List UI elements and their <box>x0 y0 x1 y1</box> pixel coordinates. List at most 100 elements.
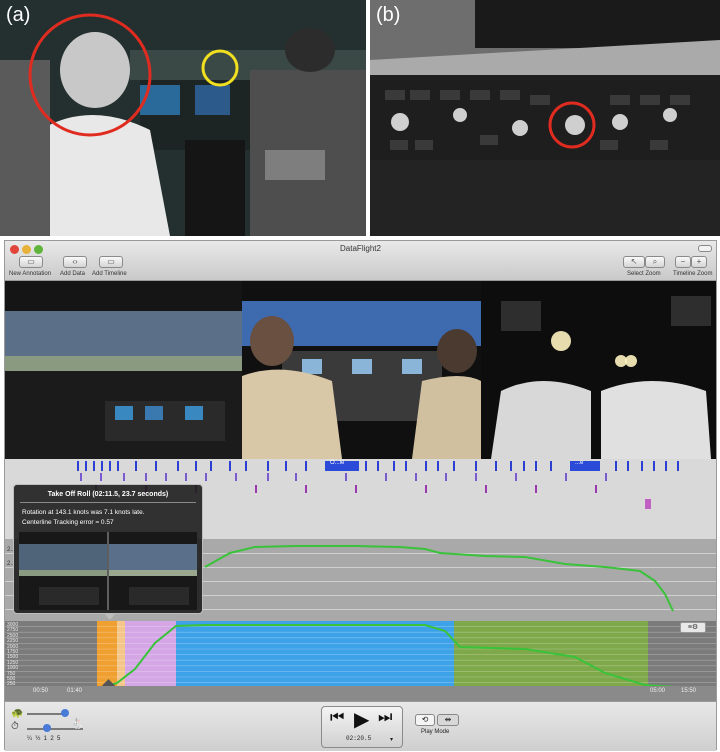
step-forward-button[interactable]: ⏭ <box>378 709 392 727</box>
event-mark[interactable] <box>229 461 231 471</box>
event-mark[interactable] <box>135 461 137 471</box>
event-mark[interactable] <box>515 473 517 481</box>
event-mark[interactable] <box>393 461 395 471</box>
event-mark[interactable] <box>425 485 427 493</box>
chevron-down-icon[interactable]: ▾ <box>390 736 393 743</box>
event-mark[interactable] <box>495 461 497 471</box>
timeline-y-axis: 3000 2750 2500 2250 2000 1750 1500 1250 … <box>7 622 27 688</box>
event-mark[interactable] <box>405 461 407 471</box>
rate-slider-knob[interactable] <box>43 724 51 732</box>
timeline-x-tick: 00:50 <box>33 688 49 694</box>
window-title: DataFlight2 <box>340 244 381 253</box>
step-back-icon: ⏮ <box>330 709 345 726</box>
segment-mode-button[interactable]: ⇹ <box>437 714 459 726</box>
event-mark[interactable] <box>445 473 447 481</box>
event-mark[interactable] <box>245 461 247 471</box>
video-rear-cockpit-view[interactable] <box>242 281 481 459</box>
popup-video-thumbnails[interactable] <box>19 532 197 610</box>
plus-icon: + <box>696 257 702 266</box>
event-mark[interactable] <box>205 473 207 481</box>
event-mark[interactable] <box>255 485 257 493</box>
event-mark[interactable] <box>109 461 111 471</box>
event-mark[interactable] <box>565 473 567 481</box>
event-mark[interactable] <box>605 473 607 481</box>
play-button[interactable]: ▶ <box>354 707 369 732</box>
event-mark[interactable] <box>453 461 455 471</box>
event-mark[interactable] <box>415 473 417 481</box>
event-mark[interactable] <box>345 473 347 481</box>
event-mark[interactable] <box>210 461 212 471</box>
event-mark[interactable] <box>145 473 147 481</box>
event-mark[interactable] <box>535 485 537 493</box>
loop-icon: ⟲ <box>421 715 429 724</box>
event-mark[interactable] <box>485 485 487 493</box>
zoom-tool-button[interactable]: ⌕ <box>645 256 665 268</box>
event-mark[interactable] <box>665 461 667 471</box>
data-icon: ‹› <box>72 257 78 266</box>
event-mark[interactable] <box>195 461 197 471</box>
event-mark[interactable] <box>267 473 269 481</box>
timeline-zoom-in-button[interactable]: + <box>691 256 707 268</box>
event-mark[interactable] <box>595 485 597 493</box>
event-mark[interactable] <box>77 461 79 471</box>
add-data-button[interactable]: ‹› <box>63 256 87 268</box>
toolbar-toggle-button[interactable] <box>698 245 712 252</box>
event-mark[interactable] <box>165 473 167 481</box>
event-mark[interactable] <box>425 461 427 471</box>
event-mark[interactable] <box>85 461 87 471</box>
video-night-cockpit-view[interactable] <box>481 281 716 459</box>
event-mark[interactable] <box>385 473 387 481</box>
add-timeline-button[interactable]: ▭ <box>99 256 123 268</box>
event-mark[interactable] <box>117 461 119 471</box>
event-mark[interactable] <box>653 461 655 471</box>
event-mark[interactable] <box>267 461 269 471</box>
event-mark[interactable] <box>355 485 357 493</box>
event-mark[interactable] <box>177 461 179 471</box>
popup-divider <box>20 502 196 503</box>
event-mark[interactable] <box>93 461 95 471</box>
event-mark[interactable] <box>615 461 617 471</box>
event-mark[interactable] <box>285 461 287 471</box>
event-mark[interactable] <box>677 461 679 471</box>
event-mark[interactable] <box>305 485 307 493</box>
play-icon: ▶ <box>354 709 370 731</box>
event-mark[interactable] <box>365 461 367 471</box>
event-mark[interactable] <box>475 461 477 471</box>
event-mark[interactable] <box>437 461 439 471</box>
event-mark[interactable] <box>80 473 82 481</box>
step-forward-icon: ⏭ <box>378 709 393 726</box>
event-mark[interactable] <box>235 473 237 481</box>
event-mark[interactable] <box>155 461 157 471</box>
event-mark[interactable] <box>550 461 552 471</box>
event-mark[interactable] <box>641 461 643 471</box>
event-mark[interactable] <box>475 473 477 481</box>
select-tool-button[interactable]: ↖ <box>623 256 645 268</box>
popup-line-rotation: Rotation at 143.1 knots was 7.1 knots la… <box>22 509 145 516</box>
speed-ticks: ¼ ½ 1 2 5 <box>27 736 61 742</box>
event-mark[interactable] <box>185 473 187 481</box>
timeline-zoom-out-button[interactable]: − <box>675 256 691 268</box>
event-mark[interactable] <box>645 499 651 509</box>
select-zoom-label: Select Zoom <box>627 271 661 277</box>
event-mark[interactable] <box>510 461 512 471</box>
timeline-settings-button[interactable]: ≡⚙ <box>680 622 706 633</box>
event-mark[interactable] <box>523 461 525 471</box>
event-mark[interactable] <box>101 461 103 471</box>
event-mark[interactable] <box>535 461 537 471</box>
event-mark[interactable] <box>627 461 629 471</box>
new-annotation-button[interactable]: ▭ <box>19 256 43 268</box>
event-mark[interactable] <box>295 473 297 481</box>
speed-slider-track[interactable] <box>27 713 65 715</box>
event-mark[interactable] <box>100 473 102 481</box>
transport-group: ⏮ ▶ ⏭ 02:20.5 ▾ <box>321 706 403 748</box>
annotation-popup: Take Off Roll (02:11.5, 23.7 seconds) Ro… <box>13 484 203 614</box>
step-back-button[interactable]: ⏮ <box>330 709 344 727</box>
event-mark[interactable] <box>377 461 379 471</box>
app-window: DataFlight2 ▭ New Annotation ‹› Add Data… <box>4 240 717 751</box>
speed-slider-knob[interactable] <box>61 709 69 717</box>
panel-b-label: (b) <box>376 4 401 26</box>
video-cockpit-view[interactable] <box>5 281 242 459</box>
event-mark[interactable] <box>305 461 307 471</box>
event-mark[interactable] <box>123 473 125 481</box>
loop-mode-button[interactable]: ⟲ <box>415 714 435 726</box>
